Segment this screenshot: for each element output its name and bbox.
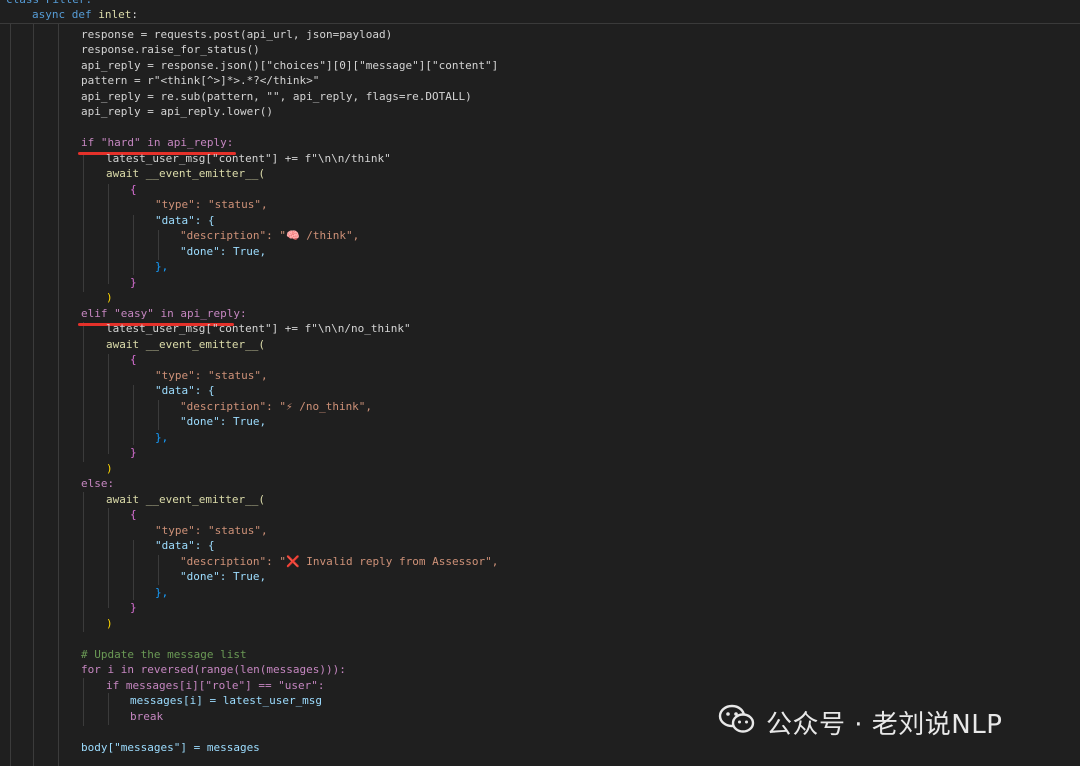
code-line-description: "description": "🧠 /think", [180, 229, 360, 242]
code-line-type: "type": "status", [155, 369, 268, 382]
code-line-brace-close: } [130, 276, 137, 289]
code-line-else: else: [81, 477, 115, 490]
indent-guide [83, 152, 84, 292]
code-line-4: pattern = r"<think[^>]*>.*?</think>" [81, 74, 320, 87]
indent-guide [108, 508, 109, 608]
code-line-data: "data": { [155, 384, 215, 397]
code-line-done: "done": True, [180, 570, 267, 583]
wechat-icon [718, 703, 756, 742]
code-line-type: "type": "status", [155, 198, 268, 211]
code-line-body: body["messages"] = messages [81, 741, 260, 754]
code-line-done: "done": True, [180, 245, 267, 258]
code-line-5: api_reply = re.sub(pattern, "", api_repl… [81, 90, 472, 103]
code-line-1: response = requests.post(api_url, json=p… [81, 28, 393, 41]
code-line-comment: # Update the message list [81, 648, 247, 661]
code-line-brace-open: { [130, 353, 137, 366]
sticky-scroll-divider [0, 23, 1080, 24]
code-line-if-role: if messages[i]["role"] == "user": [106, 679, 325, 692]
code-line-brace-close: } [130, 601, 137, 614]
code-line-inner-close: }, [155, 431, 169, 444]
code-line-await: await __event_emitter__( [106, 493, 265, 506]
indent-guide [158, 400, 159, 430]
indent-guide [158, 555, 159, 585]
code-line-brace-close: } [130, 446, 137, 459]
code-line-inner-close: }, [155, 586, 169, 599]
code-line-type: "type": "status", [155, 524, 268, 537]
code-editor[interactable]: class Filter: async def inlet: response … [0, 0, 1080, 766]
code-line-3: api_reply = response.json()["choices"][0… [81, 59, 499, 72]
code-line-data: "data": { [155, 539, 215, 552]
code-line-break: break [130, 710, 164, 723]
code-line-brace-open: { [130, 508, 137, 521]
code-line-inner-close: }, [155, 260, 169, 273]
indent-guide [10, 24, 11, 766]
indent-guide [58, 24, 59, 766]
indent-guide [133, 385, 134, 445]
code-line-description: "description": "⚡ /no_think", [180, 400, 373, 413]
code-line-for: for i in reversed(range(len(messages))): [81, 663, 346, 676]
indent-guide [108, 184, 109, 284]
code-line-done: "done": True, [180, 415, 267, 428]
indent-guide [133, 540, 134, 600]
code-line-paren-close: ) [106, 291, 113, 304]
indent-guide [33, 24, 34, 766]
watermark: 公众号 · 老刘说NLP [718, 700, 1002, 744]
code-line-await: await __event_emitter__( [106, 167, 265, 180]
code-line-data: "data": { [155, 214, 215, 227]
code-line-nothink-append: latest_user_msg["content"] += f"\n\n/no_… [106, 322, 411, 335]
code-line-think-append: latest_user_msg["content"] += f"\n\n/thi… [106, 152, 391, 165]
code-line-brace-open: { [130, 183, 137, 196]
indent-guide [83, 322, 84, 462]
indent-guide [133, 215, 134, 275]
code-line-await: await __event_emitter__( [106, 338, 265, 351]
code-line-def: async def inlet: [32, 8, 138, 21]
code-line-assign-msg: messages[i] = latest_user_msg [130, 694, 323, 707]
indent-guide [108, 693, 109, 725]
indent-guide [83, 678, 84, 726]
code-line-2: response.raise_for_status() [81, 43, 260, 56]
watermark-text: 公众号 · 老刘说NLP [766, 709, 1003, 740]
code-line-elif-easy: elif "easy" in api_reply: [81, 307, 247, 320]
indent-guide [158, 230, 159, 260]
code-line-paren-close: ) [106, 462, 113, 475]
code-line-if-hard: if "hard" in api_reply: [81, 136, 234, 149]
code-line-paren-close: ) [106, 617, 113, 630]
code-line-description: "description": "❌ Invalid reply from Ass… [180, 555, 499, 568]
code-line-6: api_reply = api_reply.lower() [81, 105, 274, 118]
indent-guide [83, 492, 84, 632]
indent-guide [108, 354, 109, 454]
